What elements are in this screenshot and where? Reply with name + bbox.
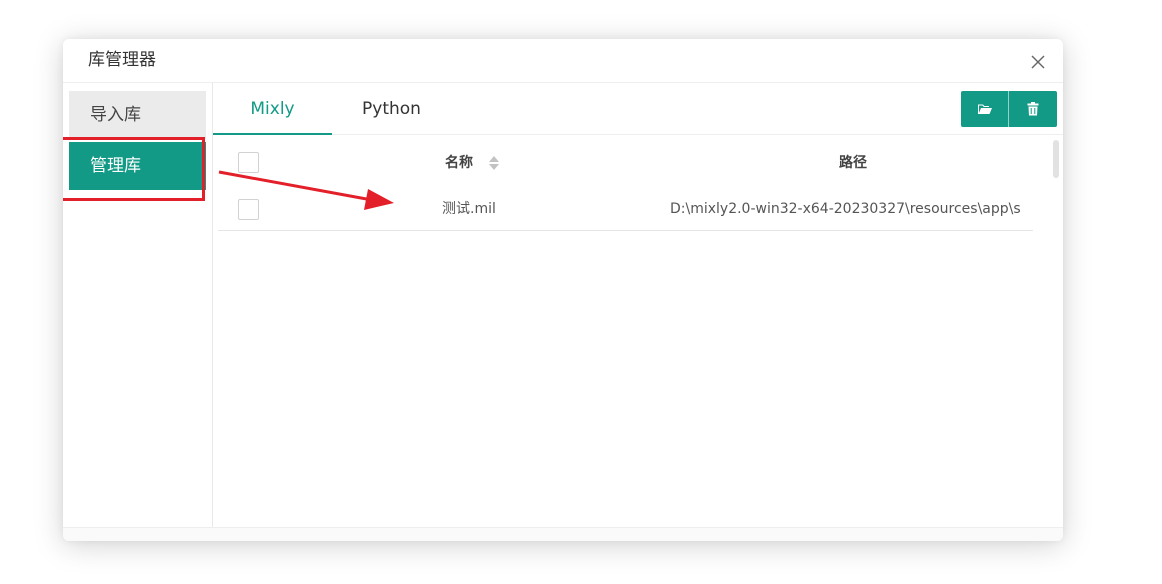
table-header-row: 名称 路径 [218,140,1033,187]
main-panel: Mixly Python 名称 路径 测试.mil D:\mixly2.0-wi… [213,83,1063,527]
toolbar [961,91,1057,127]
tab-mixly[interactable]: Mixly [213,83,332,135]
scrollbar-thumb[interactable] [1053,140,1059,178]
library-name: 测试.mil [442,201,496,217]
library-table: 名称 路径 测试.mil D:\mixly2.0-win32-x64-20230… [218,140,1059,522]
library-path: D:\mixly2.0-win32-x64-20230327\resources… [670,201,1020,217]
table-row[interactable]: 测试.mil D:\mixly2.0-win32-x64-20230327\re… [218,184,1033,231]
sidebar-item-label: 管理库 [90,156,141,176]
vertical-scrollbar[interactable] [1053,140,1059,522]
folder-open-icon [977,104,992,114]
tab-label: Mixly [250,99,295,119]
close-icon[interactable] [1029,53,1047,71]
sidebar-item-manage-library[interactable]: 管理库 [69,142,206,190]
open-folder-button[interactable] [961,91,1009,127]
library-manager-dialog: 库管理器 导入库 管理库 Mixly Python 名称 路径 测试.mil D… [63,39,1063,541]
delete-button[interactable] [1009,91,1057,127]
row-checkbox[interactable] [238,199,259,220]
dialog-footer [63,527,1063,541]
tab-python[interactable]: Python [332,83,451,135]
tab-label: Python [362,99,421,119]
sidebar: 导入库 管理库 [63,83,213,527]
select-all-checkbox[interactable] [238,152,259,173]
dialog-title: 库管理器 [88,50,156,70]
dialog-header: 库管理器 [63,39,1063,83]
tab-bar: Mixly Python [213,83,1063,135]
column-header-name[interactable]: 名称 [445,152,473,174]
trash-icon [1027,102,1039,116]
sidebar-item-label: 导入库 [90,105,141,125]
sort-icon[interactable] [488,154,500,172]
sidebar-item-import-library[interactable]: 导入库 [69,91,206,139]
column-header-path: 路径 [839,155,867,171]
library-table-container: 名称 路径 测试.mil D:\mixly2.0-win32-x64-20230… [218,140,1059,522]
